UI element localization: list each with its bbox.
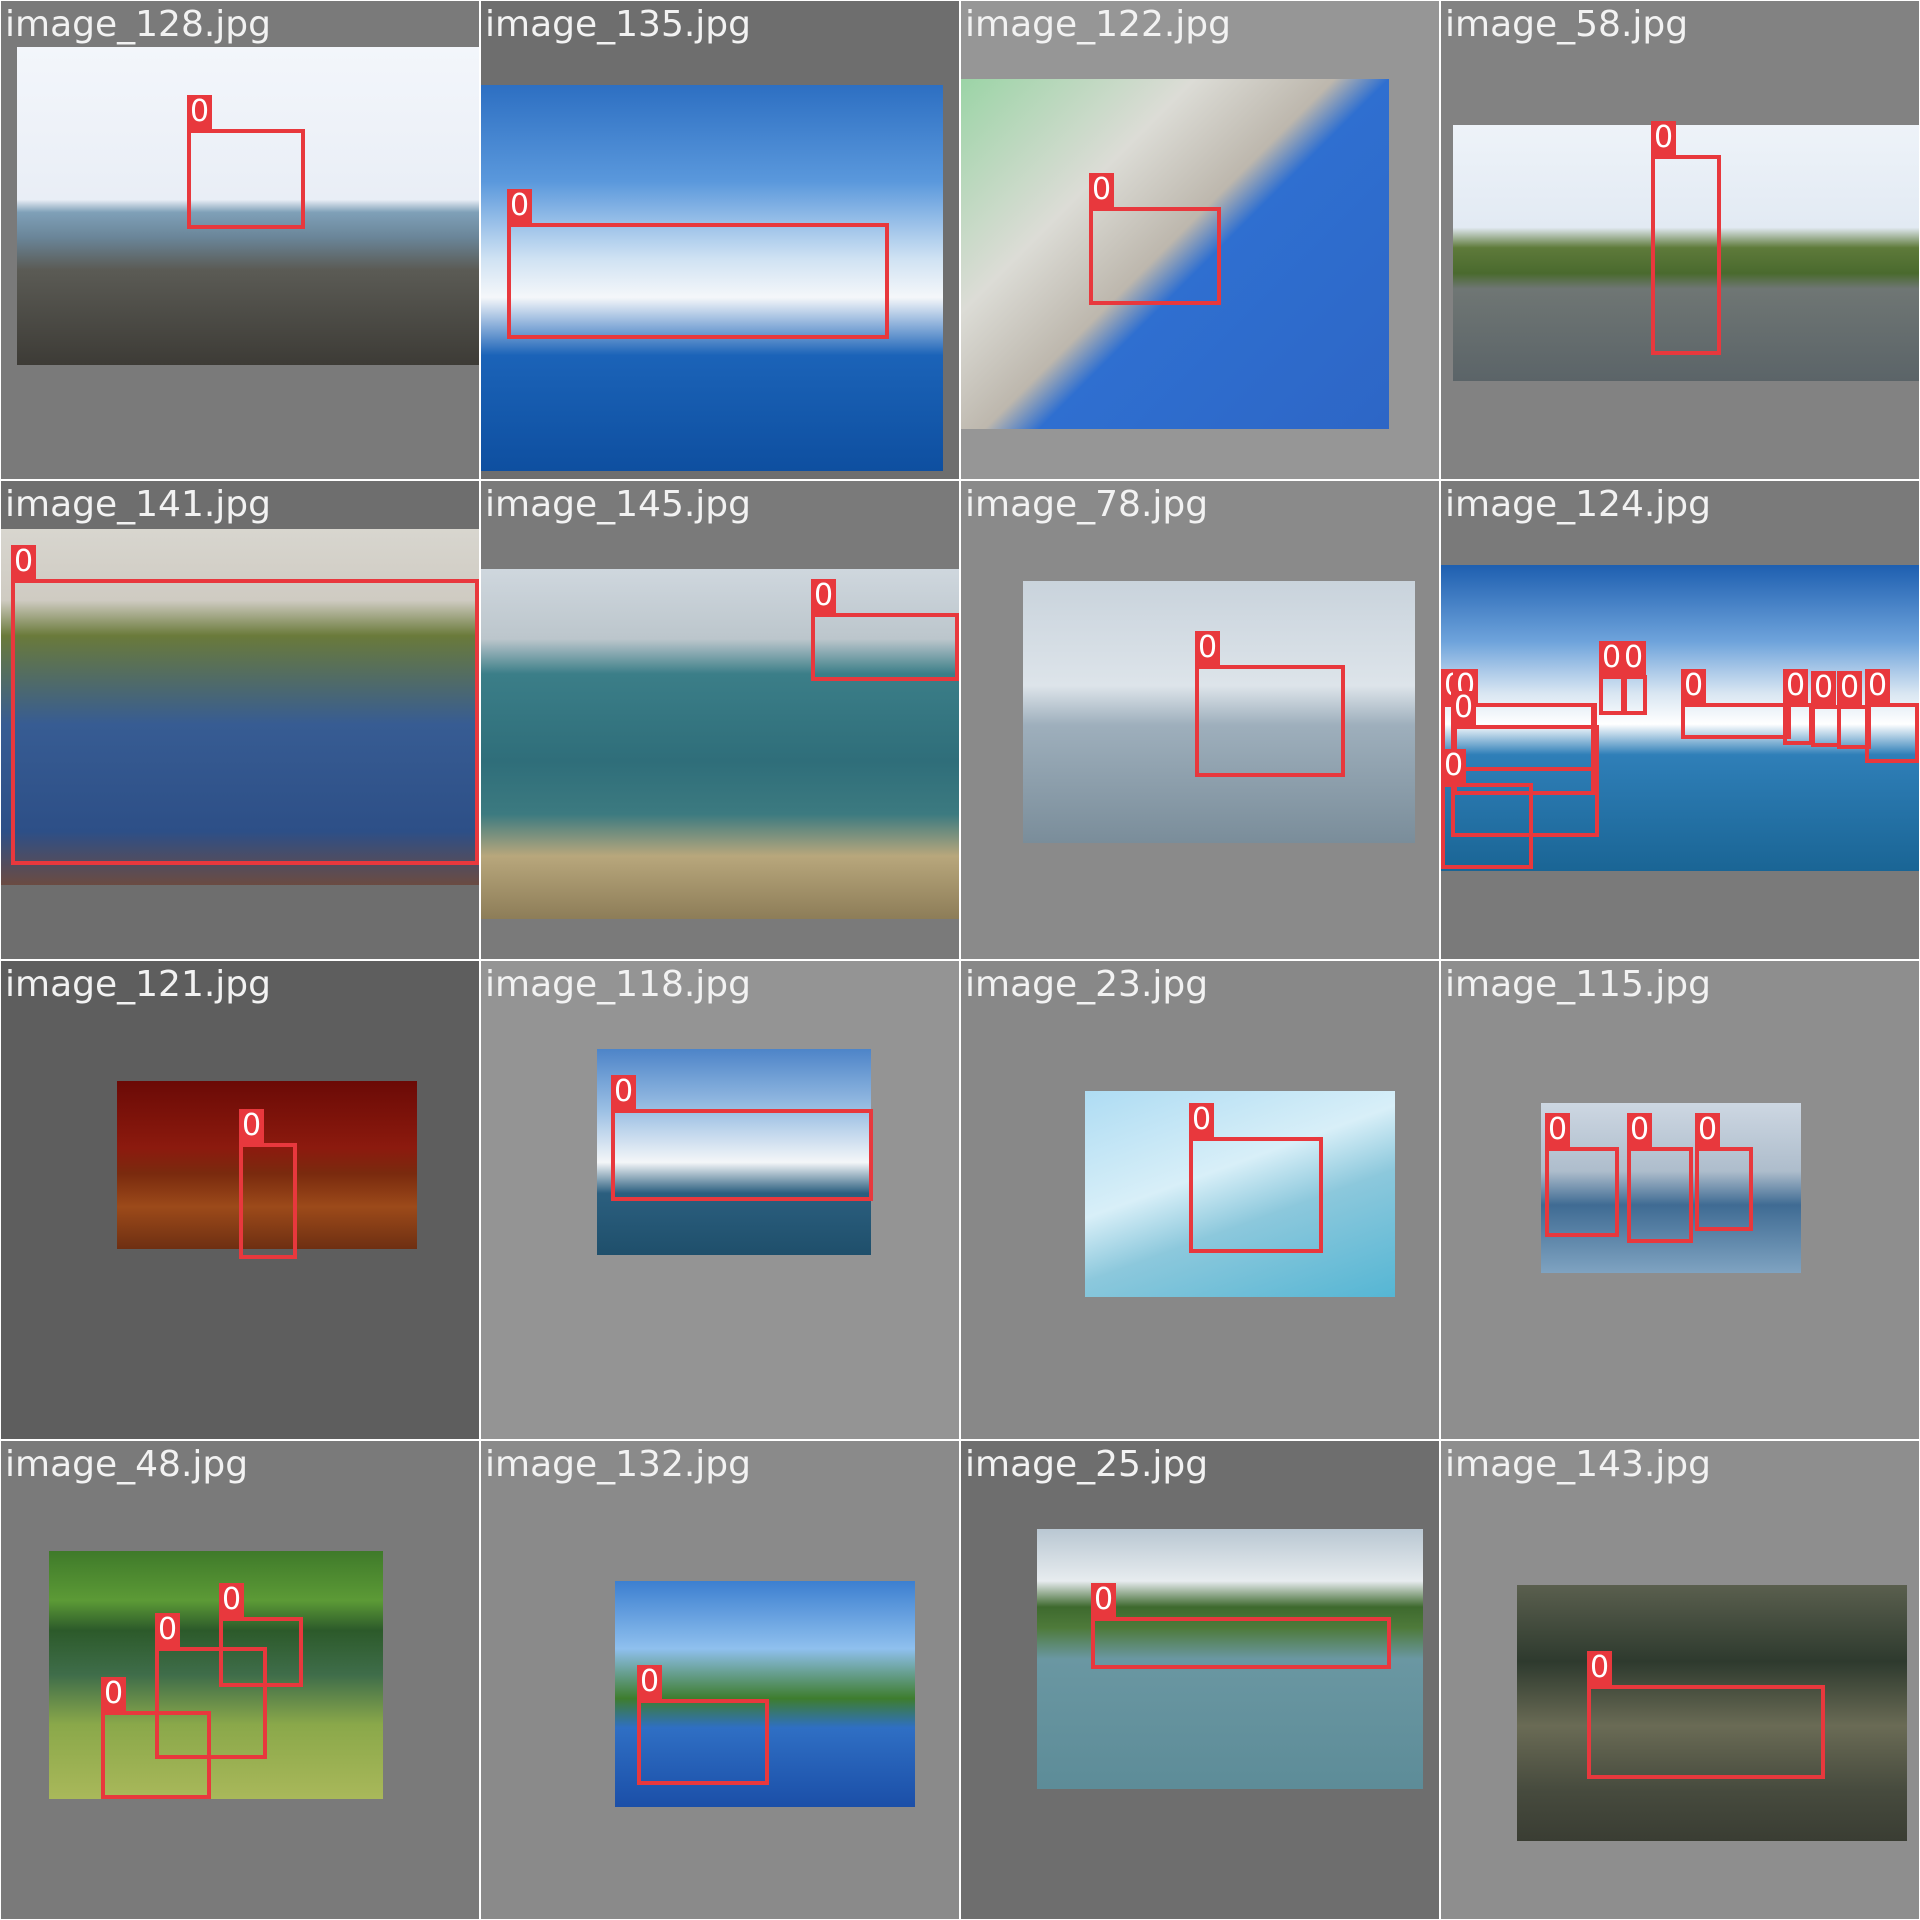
detection-class-label: 0	[1681, 669, 1707, 703]
detection-box	[1189, 1137, 1323, 1253]
detection-class-label: 0	[1587, 1651, 1613, 1685]
cell-filename: image_122.jpg	[965, 4, 1231, 45]
detection-box	[1441, 783, 1533, 869]
detection-class-label: 0	[1621, 641, 1647, 675]
detection-class-label: 0	[1811, 671, 1837, 705]
detection-box	[1681, 703, 1791, 739]
detection-class-label: 0	[1195, 631, 1221, 665]
detection-class-label: 0	[155, 1613, 181, 1647]
mosaic-cell: image_143.jpg 0	[1441, 1441, 1919, 1919]
mosaic-cell: image_23.jpg 0	[961, 961, 1439, 1439]
detection-box	[239, 1143, 297, 1259]
cell-filename: image_48.jpg	[5, 1444, 249, 1485]
detection-class-label: 0	[1865, 669, 1891, 703]
mosaic-cell: image_141.jpg 0	[1, 481, 479, 959]
mosaic-cell: image_128.jpg 0	[1, 1, 479, 479]
cell-filename: image_135.jpg	[485, 4, 751, 45]
cell-filename: image_141.jpg	[5, 484, 271, 525]
detection-class-label: 0	[1783, 669, 1809, 703]
detection-class-label: 0	[1089, 173, 1115, 207]
cell-filename: image_128.jpg	[5, 4, 271, 45]
detection-box	[1089, 207, 1221, 305]
detection-class-label: 0	[101, 1677, 127, 1711]
detection-box	[507, 223, 889, 339]
cell-filename: image_78.jpg	[965, 484, 1209, 525]
cell-filename: image_143.jpg	[1445, 1444, 1711, 1485]
detection-box	[1865, 703, 1919, 763]
detection-box	[1545, 1147, 1619, 1237]
detection-class-label: 0	[11, 545, 37, 579]
mosaic-cell: image_48.jpg 0 0 0	[1, 1441, 479, 1919]
mosaic-cell: image_25.jpg 0	[961, 1441, 1439, 1919]
detection-class-label: 0	[187, 95, 213, 129]
mosaic-cell: image_122.jpg 0	[961, 1, 1439, 479]
detection-box	[1627, 1147, 1693, 1243]
mosaic-cell: image_124.jpg00000000000	[1441, 481, 1919, 959]
cell-filename: image_124.jpg	[1445, 484, 1711, 525]
detection-box	[1195, 665, 1345, 777]
detection-box	[187, 129, 305, 229]
detection-mosaic: image_128.jpg 0 image_135.jpg 0 image_122.jp…	[0, 0, 1920, 1920]
detection-box	[11, 579, 479, 865]
detection-class-label: 0	[611, 1075, 637, 1109]
cell-filename: image_115.jpg	[1445, 964, 1711, 1005]
detection-class-label: 0	[811, 579, 837, 613]
detection-class-label: 0	[507, 189, 533, 223]
detection-box	[1091, 1617, 1391, 1669]
detection-box	[1783, 703, 1813, 745]
detection-class-label: 0	[1695, 1113, 1721, 1147]
cell-filename: image_58.jpg	[1445, 4, 1689, 45]
mosaic-cell: image_58.jpg 0	[1441, 1, 1919, 479]
detection-class-label: 0	[219, 1583, 245, 1617]
detection-box	[1651, 155, 1721, 355]
detection-class-label: 0	[1627, 1113, 1653, 1147]
mosaic-cell: image_145.jpg 0	[481, 481, 959, 959]
mosaic-cell: image_115.jpg 0 0 0	[1441, 961, 1919, 1439]
cell-filename: image_118.jpg	[485, 964, 751, 1005]
detection-class-label: 0	[637, 1665, 663, 1699]
detection-box	[637, 1699, 769, 1785]
cell-filename: image_23.jpg	[965, 964, 1209, 1005]
detection-class-label: 0	[1837, 671, 1863, 705]
detection-box	[611, 1109, 873, 1201]
detection-box	[1587, 1685, 1825, 1779]
detection-class-label: 0	[1545, 1113, 1571, 1147]
cell-filename: image_132.jpg	[485, 1444, 751, 1485]
detection-box	[101, 1711, 211, 1799]
cell-filename: image_25.jpg	[965, 1444, 1209, 1485]
detection-class-label: 0	[1441, 749, 1467, 783]
mosaic-cell: image_135.jpg 0	[481, 1, 959, 479]
detection-class-label: 0	[1651, 121, 1677, 155]
mosaic-cell: image_121.jpg 0	[1, 961, 479, 1439]
cell-filename: image_145.jpg	[485, 484, 751, 525]
cell-filename: image_121.jpg	[5, 964, 271, 1005]
detection-box	[811, 613, 959, 681]
detection-class-label: 0	[1451, 691, 1477, 725]
detection-box	[1695, 1147, 1753, 1231]
detection-box	[1621, 675, 1647, 715]
mosaic-cell: image_78.jpg 0	[961, 481, 1439, 959]
mosaic-cell: image_118.jpg 0	[481, 961, 959, 1439]
mosaic-cell: image_132.jpg 0	[481, 1441, 959, 1919]
detection-class-label: 0	[239, 1109, 265, 1143]
detection-class-label: 0	[1189, 1103, 1215, 1137]
detection-class-label: 0	[1091, 1583, 1117, 1617]
